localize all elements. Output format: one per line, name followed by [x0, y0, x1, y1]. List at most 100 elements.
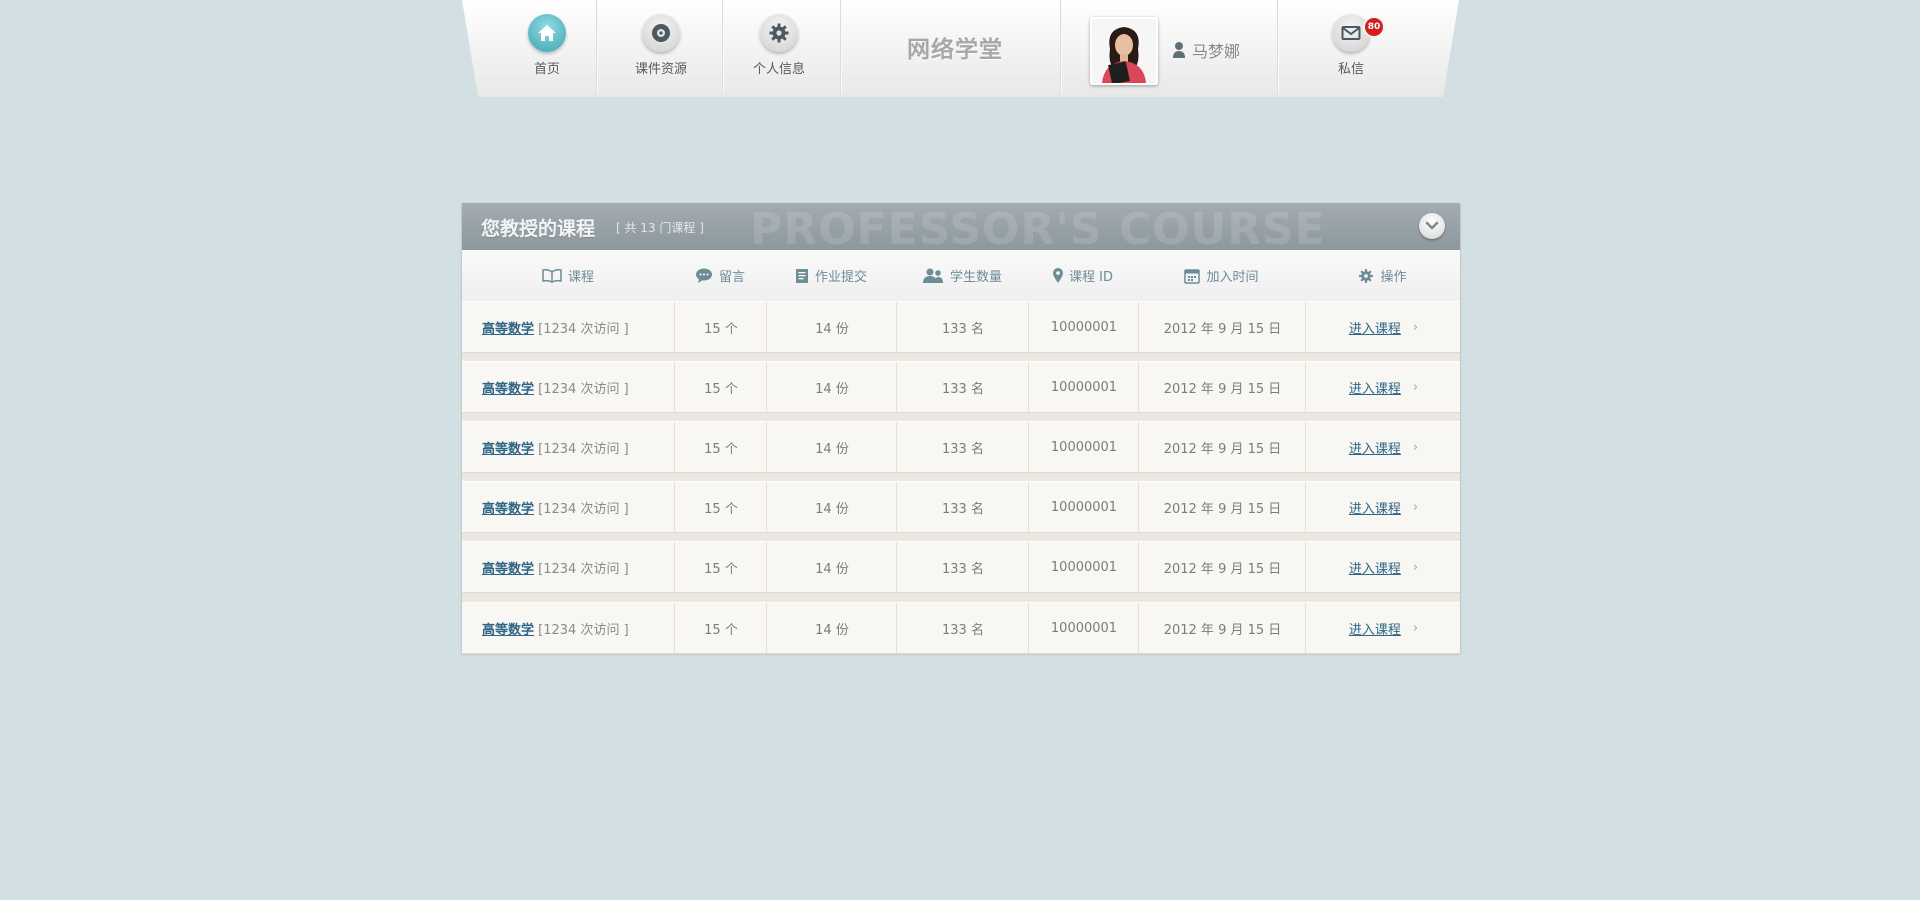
col-course-id-label: 课程 ID — [1069, 270, 1113, 285]
visit-count: [1234 次访问 ] — [538, 441, 629, 457]
table-row: 高等数学 [1234 次访问 ] 15 个 14 份 133 名 1000000… — [462, 541, 1460, 593]
table-header: 课程 留言 作业提交 学生数量 课程 ID 加入时间 操作 — [462, 250, 1460, 302]
chevron-right-icon: › — [1412, 620, 1419, 636]
col-joined-label: 加入时间 — [1206, 270, 1259, 285]
panel-title: 您教授的课程 — [481, 218, 596, 240]
enter-course-link[interactable]: 进入课程 — [1349, 438, 1401, 457]
messages-cell: 15 个 — [674, 542, 767, 592]
visit-count: [1234 次访问 ] — [538, 561, 629, 577]
document-icon — [795, 268, 808, 283]
col-actions: 操作 — [1305, 250, 1460, 301]
nav-profile[interactable]: 个人信息 — [748, 0, 810, 94]
students-cell: 133 名 — [896, 542, 1029, 592]
nav-divider — [1277, 0, 1278, 94]
table-row: 高等数学 [1234 次访问 ] 15 个 14 份 133 名 1000000… — [462, 301, 1460, 353]
col-actions-label: 操作 — [1380, 270, 1407, 285]
courses-panel: PROFESSOR'S COURSE 您教授的课程 [ 共 13 门课程 ] 课… — [462, 203, 1461, 654]
course-id-cell: 10000001 — [1028, 422, 1139, 472]
course-link[interactable]: 高等数学 — [482, 558, 534, 577]
nav-divider — [840, 0, 841, 94]
map-pin-icon — [1053, 267, 1063, 283]
calendar-icon — [1184, 268, 1201, 284]
table-row: 高等数学 [1234 次访问 ] 15 个 14 份 133 名 1000000… — [462, 481, 1460, 533]
table-row: 高等数学 [1234 次访问 ] 15 个 14 份 133 名 1000000… — [462, 602, 1460, 654]
joined-cell: 2012 年 9 月 15 日 — [1138, 482, 1306, 532]
comment-icon — [695, 268, 712, 283]
action-cell: 进入课程 › — [1305, 482, 1461, 532]
joined-cell: 2012 年 9 月 15 日 — [1138, 422, 1306, 472]
col-homework-label: 作业提交 — [814, 270, 867, 285]
visit-count: [1234 次访问 ] — [538, 622, 629, 638]
site-title: 网络学堂 — [907, 37, 1003, 63]
course-cell: 高等数学 [1234 次访问 ] — [462, 542, 674, 592]
chevron-right-icon: › — [1412, 499, 1419, 515]
enter-course-link[interactable]: 进入课程 — [1349, 619, 1401, 638]
course-id-cell: 10000001 — [1028, 603, 1139, 653]
students-cell: 133 名 — [896, 362, 1029, 412]
course-link[interactable]: 高等数学 — [482, 498, 534, 517]
course-link[interactable]: 高等数学 — [482, 378, 534, 397]
homework-cell: 14 份 — [766, 302, 897, 352]
disc-icon — [642, 14, 680, 52]
messages-cell: 15 个 — [674, 362, 767, 412]
col-messages-label: 留言 — [718, 270, 745, 285]
action-cell: 进入课程 › — [1305, 422, 1461, 472]
joined-cell: 2012 年 9 月 15 日 — [1138, 603, 1306, 653]
nav-messages-label: 私信 — [1337, 62, 1364, 77]
enter-course-link[interactable]: 进入课程 — [1349, 498, 1401, 517]
col-messages: 留言 — [674, 250, 766, 301]
enter-course-link[interactable]: 进入课程 — [1349, 318, 1401, 337]
course-link[interactable]: 高等数学 — [482, 619, 534, 638]
messages-cell: 15 个 — [674, 603, 767, 653]
homework-cell: 14 份 — [766, 542, 897, 592]
table-row: 高等数学 [1234 次访问 ] 15 个 14 份 133 名 1000000… — [462, 421, 1460, 473]
homework-cell: 14 份 — [766, 422, 897, 472]
col-joined: 加入时间 — [1138, 250, 1305, 301]
homework-cell: 14 份 — [766, 482, 897, 532]
users-icon — [922, 268, 943, 283]
gear-icon — [1359, 268, 1374, 283]
visit-count: [1234 次访问 ] — [538, 321, 629, 337]
mail-icon — [1332, 14, 1370, 52]
visit-count: [1234 次访问 ] — [538, 501, 629, 517]
course-link[interactable]: 高等数学 — [482, 438, 534, 457]
user-icon — [1173, 42, 1185, 58]
panel-header: PROFESSOR'S COURSE 您教授的课程 [ 共 13 门课程 ] — [462, 203, 1460, 250]
students-cell: 133 名 — [896, 603, 1029, 653]
students-cell: 133 名 — [896, 482, 1029, 532]
course-id-cell: 10000001 — [1028, 362, 1139, 412]
course-cell: 高等数学 [1234 次访问 ] — [462, 302, 674, 352]
action-cell: 进入课程 › — [1305, 302, 1461, 352]
enter-course-link[interactable]: 进入课程 — [1349, 558, 1401, 577]
joined-cell: 2012 年 9 月 15 日 — [1138, 542, 1306, 592]
col-homework: 作业提交 — [766, 250, 896, 301]
chevron-right-icon: › — [1412, 439, 1419, 455]
course-cell: 高等数学 [1234 次访问 ] — [462, 362, 674, 412]
chevron-right-icon: › — [1412, 559, 1419, 575]
students-cell: 133 名 — [896, 422, 1029, 472]
nav-home-label: 首页 — [533, 62, 560, 77]
joined-cell: 2012 年 9 月 15 日 — [1138, 362, 1306, 412]
user-name[interactable]: 马梦娜 — [1172, 38, 1240, 62]
unread-badge: 80 — [1365, 18, 1383, 36]
nav-divider — [1060, 0, 1061, 94]
gear-icon — [760, 14, 798, 52]
course-cell: 高等数学 [1234 次访问 ] — [462, 603, 674, 653]
action-cell: 进入课程 › — [1305, 542, 1461, 592]
messages-cell: 15 个 — [674, 422, 767, 472]
chevron-right-icon: › — [1412, 319, 1419, 335]
students-cell: 133 名 — [896, 302, 1029, 352]
course-count: [ 共 13 门课程 ] — [616, 221, 704, 235]
action-cell: 进入课程 › — [1305, 362, 1461, 412]
avatar[interactable] — [1090, 17, 1158, 85]
nav-home[interactable]: 首页 — [520, 0, 574, 94]
course-link[interactable]: 高等数学 — [482, 318, 534, 337]
nav-messages[interactable]: 私信 — [1320, 0, 1382, 94]
nav-divider — [722, 0, 723, 94]
enter-course-link[interactable]: 进入课程 — [1349, 378, 1401, 397]
nav-courseware[interactable]: 课件资源 — [631, 0, 691, 94]
chevron-down-icon — [1425, 221, 1439, 230]
messages-cell: 15 个 — [674, 482, 767, 532]
collapse-button[interactable] — [1419, 213, 1445, 239]
col-students-label: 学生数量 — [949, 270, 1002, 285]
